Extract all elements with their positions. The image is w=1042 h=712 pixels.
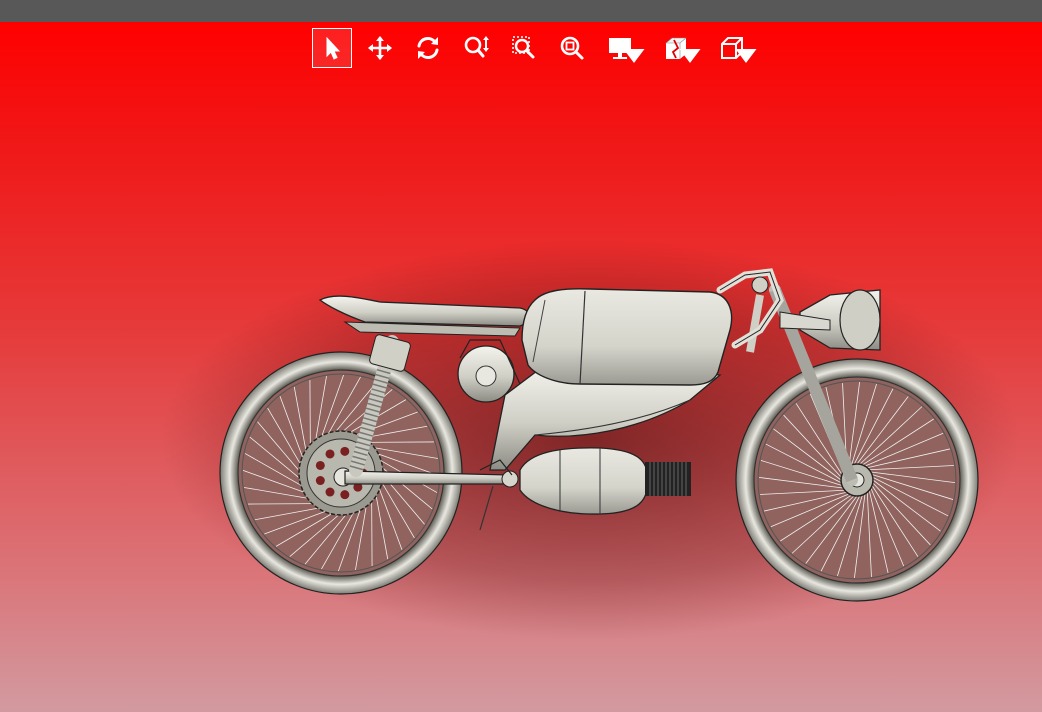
sprocket-hole [315,460,325,470]
motorcycle-model[interactable] [0,22,1042,712]
sprocket-hole [315,476,325,486]
sprocket-hole [325,487,335,497]
sprocket-hole [325,449,335,459]
3d-viewport[interactable] [0,22,1042,712]
window-titlebar [0,0,1042,22]
sprocket-hole [340,490,350,500]
sprocket-hole [340,446,350,456]
fuel-tank[interactable] [521,288,733,386]
